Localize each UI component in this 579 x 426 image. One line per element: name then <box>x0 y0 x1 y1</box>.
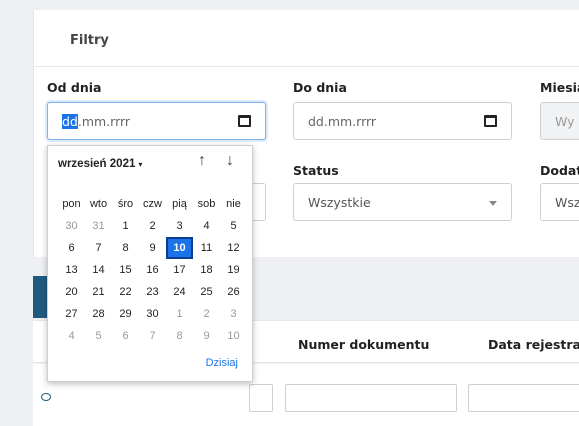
month-year-label: wrzesień 2021 <box>58 158 136 170</box>
from-date-label: Od dnia <box>47 80 102 95</box>
calendar-day[interactable]: 7 <box>139 325 166 347</box>
calendar-day[interactable]: 13 <box>58 259 85 281</box>
to-date-input[interactable]: dd.mm.rrrr <box>293 102 512 140</box>
calendar-day[interactable]: 26 <box>220 281 247 303</box>
to-date-label: Do dnia <box>293 80 347 95</box>
calendar-day[interactable]: 21 <box>85 281 112 303</box>
calendar-day[interactable]: 9 <box>193 325 220 347</box>
filter-input[interactable] <box>249 384 273 412</box>
from-date-input[interactable]: dd.mm.rrrr <box>47 102 266 140</box>
calendar-day[interactable]: 8 <box>112 237 139 259</box>
calendar-icon[interactable] <box>484 115 497 127</box>
month-label: Miesią <box>540 80 579 95</box>
calendar-day[interactable]: 17 <box>166 259 193 281</box>
calendar-day[interactable]: 7 <box>85 237 112 259</box>
extra-label: Dodat <box>540 163 579 178</box>
calendar-day[interactable]: 15 <box>112 259 139 281</box>
dropdown-icon: ▾ <box>138 160 143 169</box>
calendar-day[interactable]: 10 <box>220 325 247 347</box>
calendar-day[interactable]: 16 <box>139 259 166 281</box>
weekday-header: śro <box>117 198 134 210</box>
calendar-day[interactable]: 6 <box>112 325 139 347</box>
calendar-day[interactable]: 2 <box>139 215 166 237</box>
doc-number-filter-input[interactable] <box>285 384 457 412</box>
calendar-day[interactable]: 24 <box>166 281 193 303</box>
weekday-header: pią <box>172 198 187 210</box>
calendar-day[interactable]: 30 <box>58 215 85 237</box>
toggle-button[interactable] <box>33 276 47 318</box>
calendar-day[interactable]: 19 <box>220 259 247 281</box>
calendar-day[interactable]: 11 <box>193 237 220 259</box>
eye-icon[interactable] <box>41 393 51 401</box>
calendar-day[interactable]: 4 <box>193 215 220 237</box>
reg-date-filter-input[interactable] <box>468 384 579 412</box>
weekday-header: wto <box>89 198 108 210</box>
calendar-day[interactable]: 31 <box>85 215 112 237</box>
weekday-header: pon <box>62 198 81 210</box>
calendar-day[interactable]: 1 <box>112 215 139 237</box>
calendar-day[interactable]: 27 <box>58 303 85 325</box>
calendar-day[interactable]: 18 <box>193 259 220 281</box>
filters-title: Filtry <box>70 33 109 48</box>
calendar-day[interactable]: 9 <box>139 237 166 259</box>
calendar-day[interactable]: 22 <box>112 281 139 303</box>
month-select-value: Wy <box>555 113 575 129</box>
calendar-day[interactable]: 23 <box>139 281 166 303</box>
weekday-header: nie <box>226 198 241 210</box>
calendar-icon[interactable] <box>238 115 251 127</box>
calendar-day[interactable]: 5 <box>220 215 247 237</box>
extra-select-value: Wsz <box>555 194 579 210</box>
next-month-arrow-icon[interactable]: ↓ <box>220 152 240 170</box>
calendar-day[interactable]: 5 <box>85 325 112 347</box>
weekday-header: czw <box>143 198 162 210</box>
calendar-day[interactable]: 20 <box>58 281 85 303</box>
from-date-rest: .mm.rrrr <box>77 113 131 129</box>
divider <box>34 66 579 67</box>
calendar-day[interactable]: 4 <box>58 325 85 347</box>
calendar-day[interactable]: 14 <box>85 259 112 281</box>
to-date-value: dd.mm.rrrr <box>308 113 377 129</box>
from-date-value: dd.mm.rrrr <box>62 113 131 129</box>
column-header-reg-date[interactable]: Data rejestracj <box>488 337 579 352</box>
extra-select[interactable]: Wsz <box>540 183 579 221</box>
status-select-value: Wszystkie <box>308 194 371 210</box>
month-year-selector[interactable]: wrzesień 2021 ▾ <box>58 158 142 170</box>
weekday-header: sob <box>197 198 216 210</box>
date-picker-popup: wrzesień 2021 ▾ ↑ ↓ pon wto śro czw pią sob nie… <box>47 145 253 382</box>
column-header-doc-number[interactable]: Numer dokumentu <box>298 337 429 352</box>
calendar-day[interactable]: 25 <box>193 281 220 303</box>
calendar-day[interactable]: 6 <box>58 237 85 259</box>
calendar-day[interactable]: 8 <box>166 325 193 347</box>
calendar-day[interactable]: 29 <box>112 303 139 325</box>
calendar-day[interactable]: 1 <box>166 303 193 325</box>
prev-month-arrow-icon[interactable]: ↑ <box>192 152 212 170</box>
calendar-day[interactable]: 2 <box>193 303 220 325</box>
calendar-day[interactable]: 28 <box>85 303 112 325</box>
chevron-down-icon <box>489 201 497 206</box>
calendar-day[interactable]: 3 <box>220 303 247 325</box>
from-date-day-segment: dd <box>62 113 78 129</box>
calendar-day-selected[interactable]: 10 <box>166 237 193 259</box>
calendar-day[interactable]: 3 <box>166 215 193 237</box>
status-label: Status <box>293 163 339 178</box>
calendar-day[interactable]: 12 <box>220 237 247 259</box>
today-button[interactable]: Dzisiaj <box>206 357 238 369</box>
calendar-day[interactable]: 30 <box>139 303 166 325</box>
calendar-grid: pon wto śro czw pią sob nie 30 31 1 2 3 4 5 6 7 8 9 10 11 12… <box>58 193 250 347</box>
status-select[interactable]: Wszystkie <box>293 183 512 221</box>
month-select[interactable]: Wy <box>540 102 579 140</box>
